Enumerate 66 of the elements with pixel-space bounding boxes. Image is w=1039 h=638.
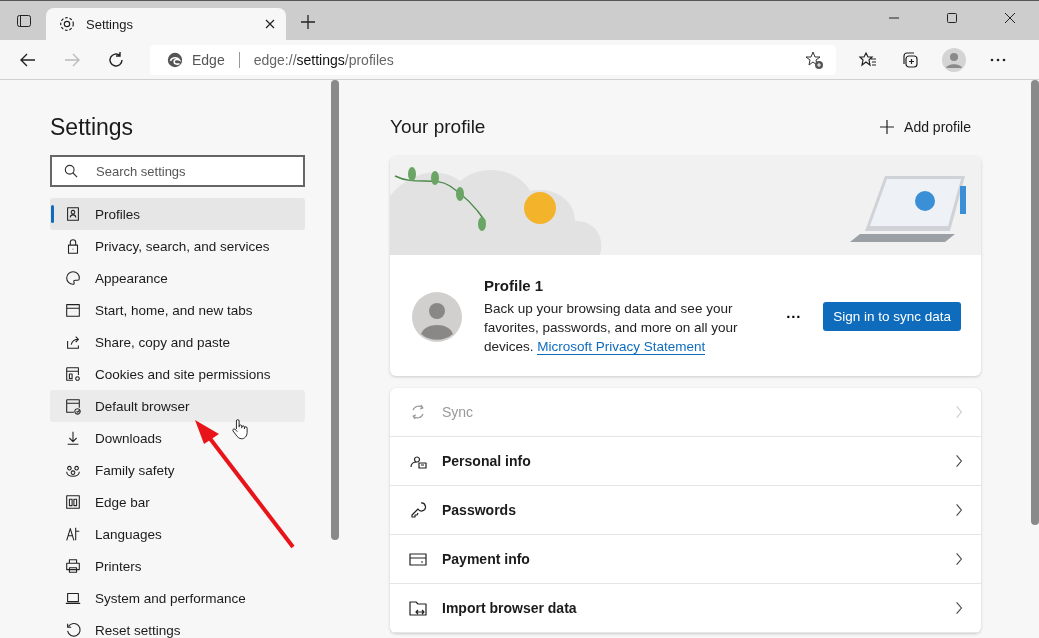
settings-row[interactable]: Personal info: [390, 437, 981, 486]
key-icon: [408, 500, 428, 520]
plus-icon: [880, 120, 895, 134]
profile-name: Profile 1: [484, 277, 545, 294]
sidebar-item[interactable]: Default browser: [50, 390, 305, 422]
scrollbar-thumb[interactable]: [331, 80, 339, 540]
profile-icon: [64, 205, 82, 223]
tab-actions-icon[interactable]: [16, 13, 32, 29]
sidebar-item[interactable]: Cookies and site permissions: [50, 358, 305, 390]
url-text: edge://settings/profiles: [253, 51, 394, 68]
sidebar-item[interactable]: Privacy, search, and services: [50, 230, 305, 262]
close-icon[interactable]: [264, 18, 276, 30]
close-icon[interactable]: [1004, 12, 1016, 24]
chevron-right-icon: [955, 405, 963, 419]
browser-check-icon: [64, 397, 82, 415]
chevron-right-icon: [955, 601, 963, 615]
share-icon: [64, 333, 82, 351]
privacy-link[interactable]: Microsoft Privacy Statement: [537, 339, 706, 355]
collections-icon[interactable]: [900, 49, 920, 70]
avatar-icon[interactable]: [942, 47, 966, 72]
profile-description: Back up your browsing data and see your favorites, passwords, and more on all your devices. Microsoft Privacy Statement: [484, 300, 739, 356]
folder-import-icon: [408, 598, 428, 618]
scrollbar-thumb[interactable]: [1031, 80, 1039, 525]
window-icon: [64, 301, 82, 319]
settings-row[interactable]: Payment info: [390, 535, 981, 584]
sidebar-title: Settings: [50, 114, 135, 141]
hand-cursor-icon: [232, 418, 248, 440]
page-title: Your profile: [390, 116, 486, 138]
printer-icon: [64, 557, 82, 575]
new-tab-icon[interactable]: [300, 14, 316, 30]
palette-icon: [64, 269, 82, 287]
search-field[interactable]: Search settings: [50, 155, 305, 187]
more-button[interactable]: ···: [780, 304, 808, 329]
sidebar-item[interactable]: Languages: [50, 518, 305, 550]
settings-row[interactable]: Import browser data: [390, 584, 981, 633]
refresh-icon[interactable]: [106, 49, 126, 70]
browser-logo-icon: [166, 50, 184, 69]
sidebar-panel-icon: [64, 493, 82, 511]
settings-icon: [58, 15, 76, 33]
sidebar-item[interactable]: Downloads: [50, 422, 305, 454]
search-icon: [64, 164, 78, 178]
sidebar-item[interactable]: Printers: [50, 550, 305, 582]
sidebar-item[interactable]: Start, home, and new tabs: [50, 294, 305, 326]
tab-title: Settings: [86, 16, 134, 32]
sidebar-item[interactable]: Share, copy and paste: [50, 326, 305, 358]
cookie-settings-icon: [64, 365, 82, 383]
sidebar-item[interactable]: Profiles: [50, 198, 305, 230]
add-favorite-icon[interactable]: [804, 49, 824, 70]
avatar-icon: [412, 291, 462, 342]
sidebar-item[interactable]: Reset settings: [50, 614, 305, 638]
add-profile-button[interactable]: Add profile: [880, 119, 981, 135]
sidebar-item[interactable]: System and performance: [50, 582, 305, 614]
language-icon: [64, 525, 82, 543]
address-bar[interactable]: Edge edge://settings/profiles: [150, 44, 836, 75]
settings-row[interactable]: Passwords: [390, 486, 981, 535]
site-label: Edge: [192, 51, 225, 68]
browser-tab[interactable]: Settings: [46, 8, 286, 40]
chevron-right-icon: [955, 454, 963, 468]
maximize-icon[interactable]: [946, 12, 958, 24]
sign-in-button[interactable]: Sign in to sync data: [823, 302, 961, 331]
sidebar-item[interactable]: Family safety: [50, 454, 305, 486]
sidebar-item[interactable]: Edge bar: [50, 486, 305, 518]
reset-icon: [64, 621, 82, 638]
chevron-right-icon: [955, 503, 963, 517]
sidebar-item[interactable]: Appearance: [50, 262, 305, 294]
chevron-right-icon: [955, 552, 963, 566]
